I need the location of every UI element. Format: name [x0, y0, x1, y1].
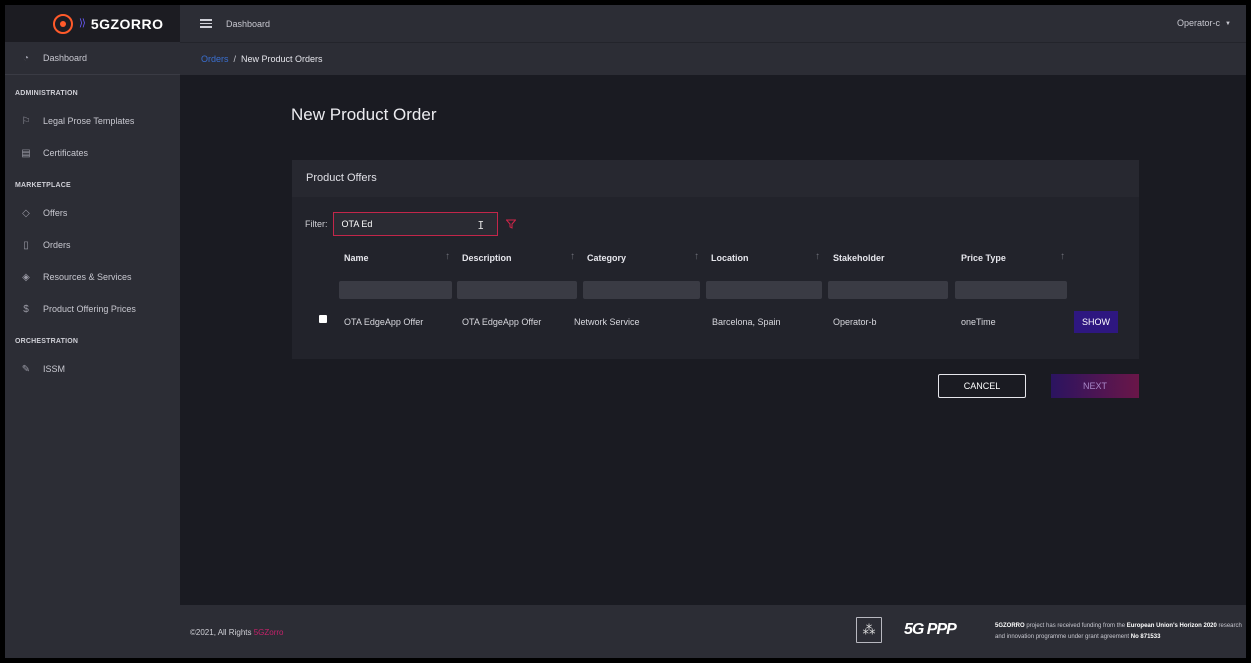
- copyright: ©2021, All Rights 5GZorro: [190, 628, 284, 637]
- sidebar-item-label: Legal Prose Templates: [43, 116, 135, 126]
- text-cursor-icon: I: [477, 219, 485, 232]
- show-button[interactable]: SHOW: [1074, 311, 1118, 333]
- sort-arrow-icon[interactable]: ↑: [815, 251, 820, 262]
- user-menu[interactable]: Operator-c ▼: [1177, 18, 1231, 28]
- sort-arrow-icon[interactable]: ↑: [445, 251, 450, 262]
- menu-toggle-icon[interactable]: [200, 19, 212, 28]
- brand-name: 5GZORRO: [90, 15, 164, 32]
- section-orchestration: ORCHESTRATION: [15, 338, 79, 345]
- logo-mark-icon: [53, 13, 73, 34]
- speedometer-icon: ◔: [22, 52, 30, 64]
- sidebar-item-resources-services[interactable]: ◈ Resources & Services: [5, 261, 180, 293]
- funding-agreement: No 871533: [1130, 634, 1161, 640]
- sidebar-item-label: Dashboard: [43, 53, 88, 63]
- column-filter-name[interactable]: [339, 281, 452, 299]
- section-marketplace: MARKETPLACE: [15, 182, 71, 189]
- cell-location: Barcelona, Spain: [712, 317, 781, 327]
- footer: ©2021, All Rights 5GZorro ⁂ 5G PPP 5GZOR…: [180, 605, 1246, 658]
- card-title: Product Offers: [292, 160, 1139, 197]
- column-filter-price-type[interactable]: [955, 281, 1067, 299]
- breadcrumb: Orders / New Product Orders: [180, 42, 1246, 75]
- copyright-brand-link[interactable]: 5GZorro: [254, 628, 284, 637]
- dollar-icon: $: [23, 303, 29, 315]
- funding-text: project has received funding from the: [1024, 623, 1127, 629]
- funding-notice: 5GZORRO project has received funding fro…: [995, 621, 1245, 643]
- sidebar-item-legal-prose-templates[interactable]: ⚐ Legal Prose Templates: [5, 105, 180, 137]
- sidebar-item-label: Orders: [43, 240, 71, 250]
- column-header-stakeholder[interactable]: Stakeholder: [833, 253, 885, 263]
- sidebar-item-dashboard[interactable]: ◔ Dashboard: [5, 42, 180, 75]
- breadcrumb-orders-link[interactable]: Orders: [201, 54, 229, 64]
- user-name: Operator-c: [1177, 18, 1221, 28]
- 5g-ppp-logo-text: 5G PPP: [904, 621, 957, 638]
- section-administration: ADMINISTRATION: [15, 90, 78, 97]
- sidebar-item-label: Resources & Services: [43, 272, 132, 282]
- funding-project: 5GZORRO: [995, 623, 1025, 629]
- sidebar-item-issm[interactable]: ✎ ISSM: [5, 353, 180, 385]
- eu-flag-icon: ⁂: [856, 617, 882, 643]
- sidebar-item-label: Offers: [43, 208, 68, 218]
- caret-down-icon: ▼: [1225, 21, 1231, 27]
- 5g-ppp-logo: 5G PPP: [904, 621, 957, 639]
- cell-description: OTA EdgeApp Offer: [462, 317, 542, 327]
- sort-arrow-icon[interactable]: ↑: [694, 251, 699, 262]
- filter-row: Filter: OTA Ed I: [305, 212, 516, 236]
- product-offers-card: Product Offers Filter: OTA Ed I Name ↑ D…: [292, 160, 1139, 359]
- column-header-category[interactable]: Category: [587, 253, 626, 263]
- column-filter-location[interactable]: [706, 281, 822, 299]
- top-header: Dashboard Operator-c ▼: [180, 5, 1246, 42]
- page-title: New Product Order: [291, 105, 437, 124]
- cell-name: OTA EdgeApp Offer: [344, 317, 424, 327]
- filter-label: Filter:: [305, 219, 328, 229]
- sidebar-item-label: Certificates: [43, 148, 89, 158]
- breadcrumb-current: New Product Orders: [241, 54, 323, 64]
- sidebar-item-label: Product Offering Prices: [43, 304, 136, 314]
- sort-arrow-icon[interactable]: ↑: [1060, 251, 1065, 262]
- brand-logo[interactable]: ⟩⟩ 5GZORRO: [5, 5, 180, 42]
- layers-icon: ◈: [22, 271, 30, 283]
- sidebar-item-orders[interactable]: ▯ Orders: [5, 229, 180, 261]
- cancel-button[interactable]: CANCEL: [938, 374, 1026, 398]
- column-header-price-type[interactable]: Price Type: [961, 253, 1006, 263]
- sidebar-item-product-offering-prices[interactable]: $ Product Offering Prices: [5, 293, 180, 325]
- flag-icon: ⚐: [21, 115, 31, 127]
- sidebar-item-label: ISSM: [43, 364, 66, 374]
- next-button[interactable]: NEXT: [1051, 374, 1139, 398]
- cell-category: Network Service: [574, 317, 640, 327]
- funnel-icon[interactable]: [505, 219, 516, 229]
- row-checkbox[interactable]: [319, 315, 327, 323]
- bookmark-icon: ▯: [23, 239, 29, 251]
- pen-icon: ✎: [21, 363, 31, 375]
- certificate-icon: ▤: [21, 147, 31, 159]
- header-dashboard-link[interactable]: Dashboard: [226, 19, 270, 29]
- column-filter-stakeholder[interactable]: [828, 281, 948, 299]
- cell-price-type: oneTime: [961, 317, 996, 327]
- sidebar-item-offers[interactable]: ◇ Offers: [5, 197, 180, 229]
- column-filter-category[interactable]: [583, 281, 700, 299]
- copyright-text: ©2021, All Rights: [190, 628, 254, 637]
- sidebar-item-certificates[interactable]: ▤ Certificates: [5, 137, 180, 169]
- column-filter-description[interactable]: [457, 281, 577, 299]
- sidebar: ⟩⟩ 5GZORRO ◔ Dashboard ADMINISTRATION ⚐ …: [5, 5, 180, 658]
- breadcrumb-separator: /: [233, 54, 237, 64]
- column-header-location[interactable]: Location: [711, 253, 749, 263]
- tag-icon: ◇: [22, 207, 30, 219]
- column-header-name[interactable]: Name: [344, 253, 369, 263]
- cell-stakeholder: Operator-b: [833, 317, 877, 327]
- funding-program: European Union's Horizon 2020: [1126, 623, 1217, 629]
- column-header-description[interactable]: Description: [462, 253, 512, 263]
- filter-input[interactable]: OTA Ed: [332, 212, 498, 236]
- logo-waves-icon: ⟩⟩: [79, 18, 86, 29]
- app-window: ⟩⟩ 5GZORRO ◔ Dashboard ADMINISTRATION ⚐ …: [5, 5, 1246, 658]
- sort-arrow-icon[interactable]: ↑: [570, 251, 575, 262]
